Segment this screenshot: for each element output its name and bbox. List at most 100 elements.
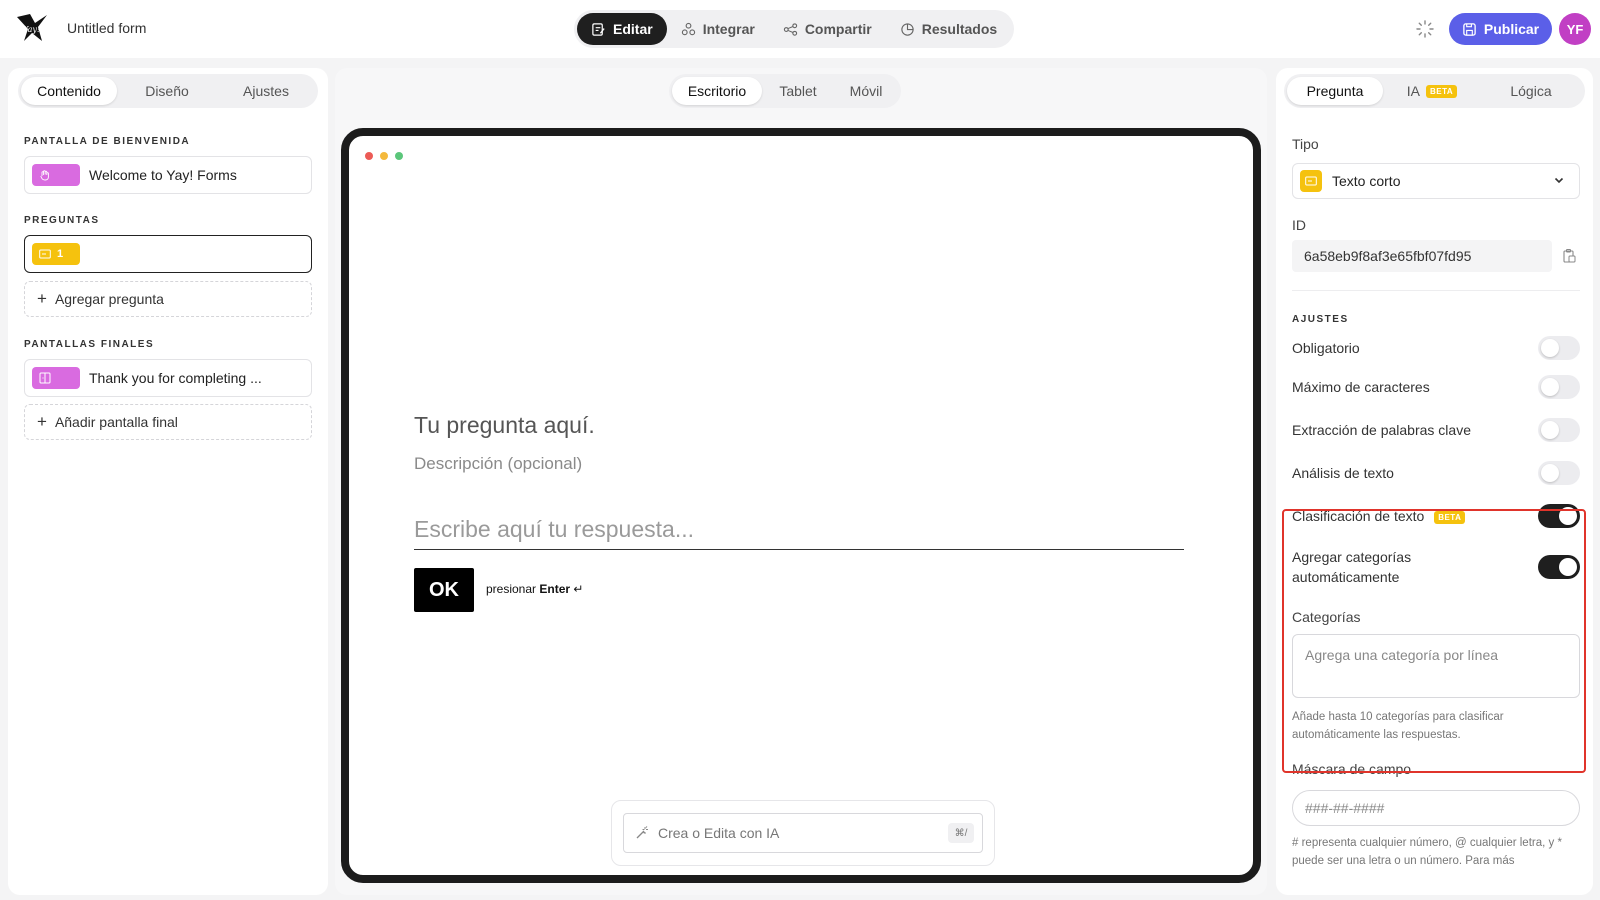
- chevron-down-icon: [1554, 177, 1564, 184]
- tab-escritorio[interactable]: Escritorio: [672, 77, 762, 105]
- tab-compartir-label: Compartir: [804, 21, 872, 37]
- short-text-chip: [1300, 170, 1322, 192]
- top-bar: Yay! Untitled form Editar Integrar Compa…: [0, 0, 1600, 58]
- classification-toggle[interactable]: [1538, 504, 1580, 528]
- welcome-screen-text: Welcome to Yay! Forms: [89, 167, 237, 183]
- max-chars-label: Máximo de caracteres: [1292, 379, 1430, 395]
- tab-editar-label: Editar: [613, 21, 653, 37]
- toggle-knob: [1541, 339, 1559, 357]
- toggle-row-classification: Clasificación de texto BETA: [1292, 504, 1580, 528]
- publish-label: Publicar: [1483, 21, 1540, 37]
- ending-screen-text: Thank you for completing ...: [89, 370, 262, 386]
- tab-compartir[interactable]: Compartir: [769, 13, 886, 45]
- ok-button[interactable]: OK: [414, 568, 474, 612]
- question-item[interactable]: 1: [24, 235, 312, 273]
- classification-label-wrap: Clasificación de texto BETA: [1292, 508, 1466, 524]
- tab-resultados-label: Resultados: [921, 21, 998, 37]
- exit-door-icon: [39, 372, 51, 384]
- ending-screen-item[interactable]: Thank you for completing ...: [24, 359, 312, 397]
- tipo-label: Tipo: [1292, 136, 1319, 152]
- add-ending-button[interactable]: + Añadir pantalla final: [24, 404, 312, 440]
- magic-wand-icon: [636, 826, 648, 839]
- properties-panel: Pregunta IA BETA Lógica Tipo Texto corto…: [1276, 68, 1593, 895]
- top-tabs: Editar Integrar Compartir Resultados: [574, 10, 1015, 48]
- publish-button[interactable]: Publicar: [1449, 13, 1552, 45]
- obligatorio-toggle[interactable]: [1538, 336, 1580, 360]
- left-tabs: Contenido Diseño Ajustes: [18, 74, 318, 108]
- edit-icon: [592, 22, 605, 36]
- welcome-screen-item[interactable]: Welcome to Yay! Forms: [24, 156, 312, 194]
- tab-ia[interactable]: IA BETA: [1383, 77, 1481, 105]
- max-chars-toggle[interactable]: [1538, 375, 1580, 399]
- answer-input[interactable]: Escribe aquí tu respuesta...: [414, 510, 1184, 550]
- beta-badge: BETA: [1426, 84, 1458, 98]
- add-ending-label: Añadir pantalla final: [54, 414, 178, 430]
- question-id-field[interactable]: 6a58eb9f8af3e65fbf07fd95: [1292, 240, 1552, 272]
- tab-tablet[interactable]: Tablet: [762, 77, 834, 105]
- tab-pregunta[interactable]: Pregunta: [1287, 77, 1383, 105]
- tab-resultados[interactable]: Resultados: [886, 13, 1011, 45]
- welcome-section-label: PANTALLA DE BIENVENIDA: [24, 136, 191, 147]
- text-analysis-label: Análisis de texto: [1292, 465, 1394, 481]
- save-icon: [1463, 22, 1476, 36]
- classification-label: Clasificación de texto: [1292, 508, 1425, 524]
- keywords-toggle[interactable]: [1538, 418, 1580, 442]
- ai-input[interactable]: Crea o Edita con IA ⌘/: [623, 813, 983, 853]
- toggle-row-keywords: Extracción de palabras clave: [1292, 418, 1580, 442]
- integrate-icon: [681, 22, 695, 35]
- endings-section-label: PANTALLAS FINALES: [24, 339, 155, 350]
- categories-label: Categorías: [1292, 609, 1361, 625]
- dot-green: [395, 152, 403, 160]
- toggle-row-auto-categories: Agregar categorías automáticamente: [1292, 547, 1580, 587]
- obligatorio-label: Obligatorio: [1292, 340, 1360, 356]
- question-description[interactable]: Descripción (opcional): [414, 454, 582, 474]
- ending-chip: [32, 367, 80, 389]
- auto-categories-label: Agregar categorías automáticamente: [1292, 549, 1412, 585]
- question-title[interactable]: Tu pregunta aquí.: [414, 412, 595, 439]
- questions-section-label: PREGUNTAS: [24, 215, 100, 226]
- dot-red: [365, 152, 373, 160]
- short-text-icon: [39, 249, 51, 259]
- question-type-select[interactable]: Texto corto: [1292, 163, 1580, 199]
- enter-hint: presionar Enter ↵: [486, 582, 583, 596]
- svg-text:Yay!: Yay!: [23, 25, 40, 34]
- toggle-row-max-chars: Máximo de caracteres: [1292, 375, 1580, 399]
- enter-icon: ↵: [573, 582, 584, 596]
- tab-logica[interactable]: Lógica: [1481, 77, 1581, 105]
- toggle-knob: [1559, 507, 1577, 525]
- categories-help: Añade hasta 10 categorías para clasifica…: [1292, 711, 1504, 741]
- tab-movil[interactable]: Móvil: [834, 77, 898, 105]
- add-question-button[interactable]: + Agregar pregunta: [24, 281, 312, 317]
- short-text-icon: [1305, 176, 1317, 186]
- window-dots: [365, 152, 403, 160]
- short-text-chip: 1: [32, 243, 80, 265]
- tab-contenido[interactable]: Contenido: [21, 77, 117, 105]
- question-number: 1: [57, 248, 64, 260]
- ai-shortcut-badge: ⌘/: [948, 823, 974, 843]
- clipboard-copy-icon[interactable]: [1561, 248, 1577, 264]
- tab-editar[interactable]: Editar: [577, 13, 667, 45]
- auto-categories-toggle[interactable]: [1538, 555, 1580, 579]
- hint-prefix: presionar: [486, 582, 537, 596]
- tab-diseno[interactable]: Diseño: [117, 77, 217, 105]
- mask-label: Máscara de campo: [1292, 761, 1412, 777]
- toggle-knob: [1559, 558, 1577, 576]
- text-analysis-toggle[interactable]: [1538, 461, 1580, 485]
- ai-assistant-box: Crea o Edita con IA ⌘/: [611, 800, 995, 866]
- field-mask-input[interactable]: ###-##-####: [1292, 790, 1580, 826]
- tab-ajustes[interactable]: Ajustes: [217, 77, 315, 105]
- plus-icon: +: [37, 289, 47, 308]
- ai-input-placeholder: Crea o Edita con IA: [658, 825, 780, 841]
- form-title[interactable]: Untitled form: [67, 20, 146, 36]
- divider: [1292, 290, 1580, 291]
- beta-badge: BETA: [1434, 510, 1466, 524]
- tab-integrar[interactable]: Integrar: [667, 13, 769, 45]
- yay-logo-icon[interactable]: Yay!: [14, 11, 50, 45]
- categories-textarea[interactable]: Agrega una categoría por línea: [1292, 634, 1580, 698]
- user-avatar[interactable]: YF: [1559, 13, 1591, 45]
- toggle-row-text-analysis: Análisis de texto: [1292, 461, 1580, 485]
- content-sidebar: Contenido Diseño Ajustes PANTALLA DE BIE…: [8, 68, 328, 895]
- toggle-knob: [1541, 378, 1559, 396]
- question-type-value: Texto corto: [1332, 173, 1401, 189]
- hint-key: Enter: [539, 582, 571, 596]
